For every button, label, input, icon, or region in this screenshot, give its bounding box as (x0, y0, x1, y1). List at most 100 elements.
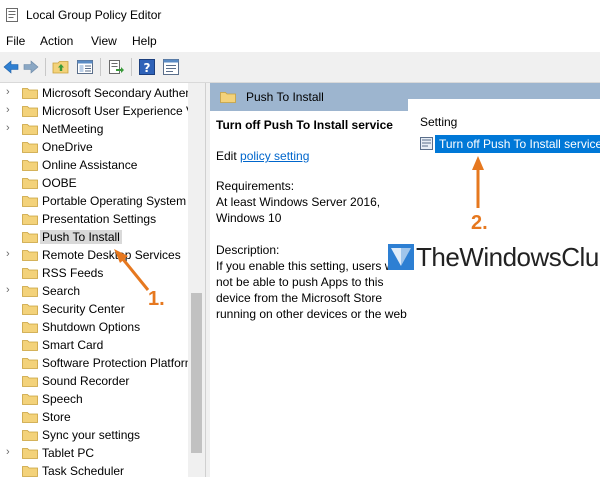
menu-file[interactable]: File (6, 34, 25, 48)
tree-item[interactable]: › Tablet PC (0, 444, 190, 462)
folder-icon (22, 106, 38, 117)
tree-item-label[interactable]: OneDrive (42, 140, 93, 154)
tree-item[interactable]: › Microsoft Secondary Authen (0, 84, 192, 102)
tree-item[interactable]: RSS Feeds (0, 264, 190, 282)
tree-item[interactable]: Speech (0, 390, 190, 408)
tree-item-label[interactable]: OOBE (42, 176, 77, 190)
tree-item[interactable]: Software Protection Platforn (0, 354, 191, 372)
chevron-right-icon (6, 158, 14, 170)
chevron-right-icon (6, 356, 14, 368)
folder-icon (22, 322, 38, 333)
policy-editor-icon (6, 8, 18, 22)
tree-item[interactable]: Online Assistance (0, 156, 190, 174)
setting-row[interactable]: Turn off Push To Install service (420, 135, 600, 153)
tree-item[interactable]: › Remote Desktop Services (0, 246, 190, 264)
chevron-right-icon (6, 140, 14, 152)
folder-icon (22, 250, 38, 261)
folder-icon (22, 286, 38, 297)
chevron-right-icon[interactable]: › (6, 446, 14, 458)
tree-item[interactable]: OOBE (0, 174, 190, 192)
tree-item[interactable]: › NetMeeting (0, 120, 190, 138)
toolbar: ? (0, 52, 600, 83)
tree-item-label[interactable]: Push To Install (40, 230, 122, 244)
tree-item-label[interactable]: NetMeeting (42, 122, 103, 136)
chevron-right-icon (6, 338, 14, 350)
tree-item[interactable]: Portable Operating System (0, 192, 190, 210)
folder-icon (22, 160, 38, 171)
tree-item-label[interactable]: Portable Operating System (42, 194, 186, 208)
tree-item-label[interactable]: Speech (42, 392, 83, 406)
folder-icon (22, 466, 38, 477)
folder-icon (22, 412, 38, 423)
chevron-right-icon (6, 230, 14, 242)
folder-icon (22, 430, 38, 441)
edit-prefix: Edit (216, 149, 237, 163)
chevron-right-icon[interactable]: › (6, 248, 14, 260)
tree-item-label[interactable]: Shutdown Options (42, 320, 140, 334)
tree-item[interactable]: Sync your settings (0, 426, 190, 444)
edit-policy-setting-link[interactable]: policy setting (240, 149, 309, 163)
menu-help[interactable]: Help (132, 34, 157, 48)
tree-item[interactable]: Shutdown Options (0, 318, 190, 336)
menu-action[interactable]: Action (40, 34, 73, 48)
chevron-right-icon (6, 302, 14, 314)
details-header-title: Push To Install (246, 90, 324, 104)
up-folder-icon[interactable] (52, 58, 70, 76)
tree-item-label[interactable]: Remote Desktop Services (42, 248, 181, 262)
chevron-right-icon[interactable]: › (6, 122, 14, 134)
folder-icon (22, 358, 38, 369)
back-arrow-icon[interactable] (2, 58, 20, 76)
folder-icon (22, 124, 38, 135)
settings-list: Setting Turn off Push To Install service (408, 99, 600, 477)
description-line: running on other devices or the web (216, 307, 407, 321)
tree-item[interactable]: Presentation Settings (0, 210, 190, 228)
tree-item-label[interactable]: RSS Feeds (42, 266, 103, 280)
svg-text:?: ? (144, 61, 151, 75)
chevron-right-icon[interactable]: › (6, 284, 14, 296)
tree-item-label[interactable]: Security Center (42, 302, 125, 316)
tree-item-label[interactable]: Software Protection Platforn (42, 356, 191, 370)
menu-view[interactable]: View (91, 34, 117, 48)
tree-item-label[interactable]: Microsoft User Experience V (42, 104, 194, 118)
tree-scrollbar[interactable] (188, 83, 205, 477)
folder-icon (22, 214, 38, 225)
tree-item-label[interactable]: Smart Card (42, 338, 103, 352)
tree-item-label[interactable]: Tablet PC (42, 446, 94, 460)
chevron-right-icon (6, 266, 14, 278)
tree-item-label[interactable]: Online Assistance (42, 158, 137, 172)
folder-icon (22, 178, 38, 189)
tree-item-label[interactable]: Sync your settings (42, 428, 140, 442)
tree-item[interactable]: Task Scheduler (0, 462, 190, 477)
tree-item-label[interactable]: Search (42, 284, 80, 298)
properties-icon[interactable] (162, 58, 180, 76)
policy-tree[interactable]: › Microsoft Secondary Authen › Microsoft Us… (0, 83, 205, 477)
tree-item[interactable]: Smart Card (0, 336, 190, 354)
tree-item[interactable]: › Microsoft User Experience V (0, 102, 194, 120)
tree-item-label[interactable]: Microsoft Secondary Authen (42, 86, 192, 100)
chevron-right-icon[interactable]: › (6, 86, 14, 98)
tree-scrollbar-thumb[interactable] (191, 293, 202, 453)
setting-row-label[interactable]: Turn off Push To Install service (435, 135, 600, 153)
tree-item[interactable]: OneDrive (0, 138, 190, 156)
setting-column-header[interactable]: Setting (420, 115, 457, 129)
tree-item-label[interactable]: Presentation Settings (42, 212, 156, 226)
tree-item-label[interactable]: Task Scheduler (42, 464, 124, 477)
window-title: Local Group Policy Editor (26, 8, 162, 22)
folder-icon (22, 142, 38, 153)
tree-item[interactable]: Store (0, 408, 190, 426)
chevron-right-icon[interactable]: › (6, 104, 14, 116)
tree-item[interactable]: Push To Install (0, 228, 190, 246)
description-line: not be able to push Apps to this (216, 275, 384, 289)
folder-icon (22, 394, 38, 405)
tree-item-label[interactable]: Sound Recorder (42, 374, 129, 388)
tree-item-label[interactable]: Store (42, 410, 71, 424)
description-label: Description: (216, 243, 280, 257)
chevron-right-icon (6, 176, 14, 188)
forward-arrow-icon[interactable] (22, 58, 40, 76)
tree-item[interactable]: Sound Recorder (0, 372, 190, 390)
windowsclub-logo-icon (388, 244, 414, 270)
export-list-icon[interactable] (107, 58, 125, 76)
folder-icon (22, 448, 38, 459)
help-icon[interactable]: ? (138, 58, 156, 76)
show-hide-tree-icon[interactable] (76, 58, 94, 76)
